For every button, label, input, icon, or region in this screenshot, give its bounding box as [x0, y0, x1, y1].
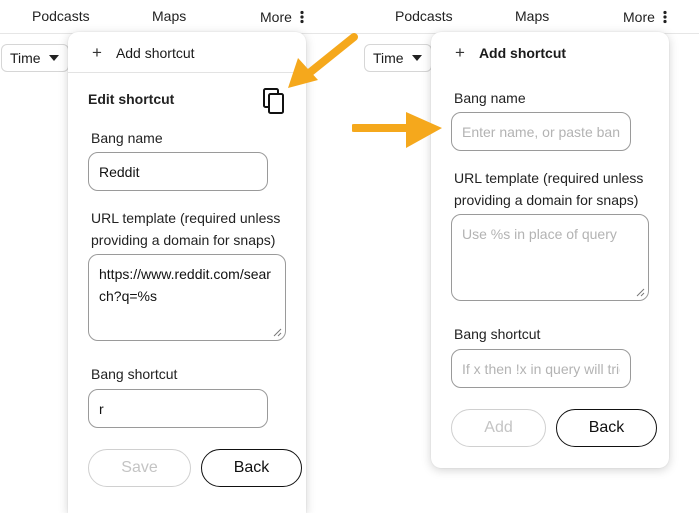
nav-maps[interactable]: Maps [152, 8, 186, 24]
bang-name-label: Bang name [454, 90, 526, 106]
add-shortcut-label: Add shortcut [115, 44, 195, 61]
url-template-label: URL template (required unless providing … [454, 170, 644, 208]
nav-more-label: More [623, 9, 655, 25]
nav-more[interactable]: More [260, 8, 304, 25]
url-template-field[interactable] [451, 214, 649, 301]
bang-shortcut-label: Bang shortcut [454, 326, 541, 342]
nav-podcasts[interactable]: Podcasts [32, 8, 90, 24]
add-button[interactable]: Add [451, 409, 546, 447]
bang-shortcut-field[interactable] [451, 349, 631, 388]
bang-name-field[interactable] [451, 112, 631, 151]
nav-podcasts[interactable]: Podcasts [395, 8, 453, 24]
time-filter-button[interactable]: Time [364, 44, 432, 72]
add-shortcut-row[interactable]: + Add shortcut [455, 44, 566, 61]
time-filter-button[interactable]: Time [1, 44, 69, 72]
plus-icon: + [92, 43, 102, 62]
edit-shortcut-title: Edit shortcut [88, 91, 175, 107]
more-dots-icon [663, 10, 667, 24]
plus-icon: + [455, 43, 465, 62]
add-shortcut-label: Add shortcut [478, 44, 567, 61]
back-button[interactable]: Back [201, 449, 302, 487]
arrow-pointer [288, 33, 358, 88]
copy-icon[interactable] [263, 88, 285, 114]
bang-name-field[interactable] [88, 152, 268, 191]
back-button[interactable]: Back [556, 409, 657, 447]
caret-down-icon [48, 55, 59, 61]
save-button[interactable]: Save [88, 449, 191, 487]
url-template-label: URL template (required unless providing … [91, 210, 281, 248]
resize-grip-icon[interactable] [635, 287, 645, 297]
edit-shortcut-panel: + Add shortcut Edit shortcut Bang name U… [68, 32, 306, 513]
more-dots-icon [300, 10, 304, 24]
arrow-pointer [352, 112, 442, 148]
url-template-field[interactable]: https://www.reddit.com/search?q=%s [88, 254, 286, 341]
resize-grip-icon[interactable] [272, 327, 282, 337]
bang-name-label: Bang name [91, 130, 163, 146]
nav-more[interactable]: More [623, 8, 667, 25]
bang-shortcut-label: Bang shortcut [91, 366, 178, 382]
time-filter-label: Time [373, 50, 404, 66]
add-shortcut-panel: + Add shortcut Bang name URL template (r… [431, 32, 669, 468]
nav-more-label: More [260, 9, 292, 25]
caret-down-icon [411, 55, 422, 61]
panel-divider [68, 72, 306, 73]
time-filter-label: Time [10, 50, 41, 66]
add-shortcut-row[interactable]: + Add shortcut [92, 44, 195, 61]
bang-shortcut-field[interactable] [88, 389, 268, 428]
nav-maps[interactable]: Maps [515, 8, 549, 24]
screenshot-stage: Podcasts Maps More Podcasts Maps More Ti… [0, 0, 699, 513]
